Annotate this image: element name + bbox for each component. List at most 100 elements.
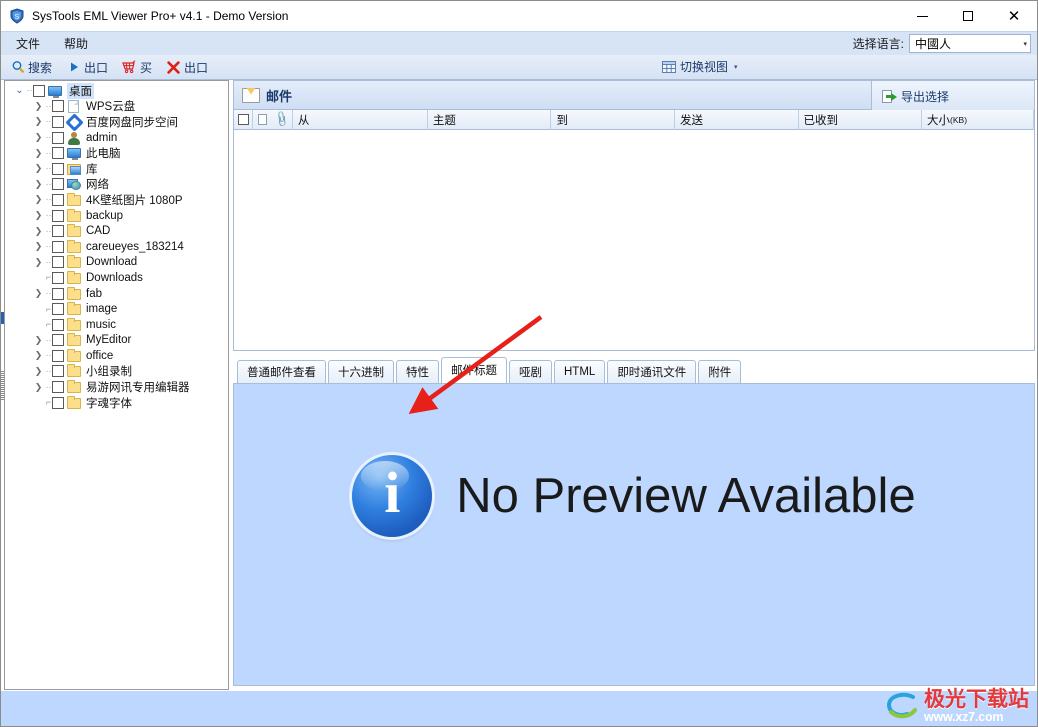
- tree-item[interactable]: ❯··Download: [5, 255, 228, 271]
- tree-item[interactable]: ❯··网络: [5, 177, 228, 193]
- maximize-button[interactable]: [945, 1, 991, 31]
- exit-button[interactable]: 出口: [162, 58, 212, 77]
- tree-item-checkbox[interactable]: [52, 350, 64, 362]
- tree-item-checkbox[interactable]: [52, 116, 64, 128]
- chevron-right-icon[interactable]: ❯: [32, 258, 45, 267]
- minimize-button[interactable]: [899, 1, 945, 31]
- chevron-right-icon[interactable]: ❯: [32, 336, 45, 345]
- chevron-right-icon[interactable]: ❯: [32, 227, 45, 236]
- preview-pane: i No Preview Available: [233, 383, 1035, 687]
- tree-item[interactable]: ❯··4K壁纸图片 1080P: [5, 192, 228, 208]
- chevron-down-icon[interactable]: ⌄: [13, 86, 26, 96]
- main-content: ⌄··桌面❯··WPS云盘❯··百度网盘同步空间❯··admin❯··此电脑❯·…: [1, 80, 1037, 690]
- preview-tab[interactable]: 邮件标题: [441, 357, 507, 383]
- column-header[interactable]: 发送: [675, 110, 799, 130]
- column-header[interactable]: 主题: [428, 110, 552, 130]
- close-button[interactable]: ✕: [991, 1, 1037, 31]
- tree-item-checkbox[interactable]: [52, 178, 64, 190]
- grid-icon: [661, 59, 676, 74]
- tree-item[interactable]: ⌐music: [5, 317, 228, 333]
- tree-item-checkbox[interactable]: [52, 381, 64, 393]
- preview-tab[interactable]: 十六进制: [328, 360, 394, 383]
- chevron-right-icon[interactable]: ❯: [32, 383, 45, 392]
- cart-icon: [122, 60, 137, 75]
- column-header[interactable]: 到: [551, 110, 675, 130]
- chevron-right-icon[interactable]: ❯: [32, 117, 45, 126]
- tree-item-checkbox[interactable]: [52, 334, 64, 346]
- document-column-icon: [253, 110, 272, 130]
- tree-item-checkbox[interactable]: [52, 241, 64, 253]
- tree-item-checkbox[interactable]: [52, 319, 64, 331]
- chevron-right-icon[interactable]: ❯: [32, 367, 45, 376]
- tree-item[interactable]: ❯··MyEditor: [5, 333, 228, 349]
- tree-item[interactable]: ❯··backup: [5, 208, 228, 224]
- tree-item[interactable]: ❯··WPS云盘: [5, 99, 228, 115]
- tree-item[interactable]: ❯··小组录制: [5, 364, 228, 380]
- chevron-right-icon[interactable]: ❯: [32, 195, 45, 204]
- chevron-right-icon[interactable]: ❯: [32, 149, 45, 158]
- tree-item[interactable]: ❯··库: [5, 161, 228, 177]
- chevron-right-icon[interactable]: ❯: [32, 211, 45, 220]
- tree-item-checkbox[interactable]: [52, 288, 64, 300]
- preview-tab[interactable]: 普通邮件查看: [237, 360, 326, 383]
- tree-item[interactable]: ⌄··桌面: [5, 83, 228, 99]
- switch-view-button[interactable]: 切换视图 ▾: [661, 58, 738, 75]
- menu-file[interactable]: 文件: [7, 33, 49, 54]
- monitor-icon: [67, 146, 82, 160]
- tree-item-checkbox[interactable]: [52, 163, 64, 175]
- tree-item[interactable]: ❯··admin: [5, 130, 228, 146]
- splitter-grip[interactable]: [1, 370, 4, 400]
- chevron-right-icon[interactable]: ❯: [32, 242, 45, 251]
- menu-help[interactable]: 帮助: [55, 33, 97, 54]
- tree-item[interactable]: ❯··CAD: [5, 223, 228, 239]
- tree-item[interactable]: ⌐image: [5, 301, 228, 317]
- tree-item-checkbox[interactable]: [52, 210, 64, 222]
- tree-item-label: MyEditor: [86, 334, 131, 346]
- tree-item-checkbox[interactable]: [52, 365, 64, 377]
- preview-tab[interactable]: 特性: [396, 360, 439, 383]
- tree-item-checkbox[interactable]: [52, 303, 64, 315]
- column-header[interactable]: 已收到: [799, 110, 923, 130]
- tree-item[interactable]: ❯··office: [5, 348, 228, 364]
- info-icon: i: [352, 455, 432, 537]
- select-all-checkbox[interactable]: [234, 110, 253, 130]
- buy-button[interactable]: 买: [118, 58, 156, 77]
- tree-item[interactable]: ❯··易游网讯专用编辑器: [5, 379, 228, 395]
- tree-item[interactable]: ⌐字魂字体: [5, 395, 228, 411]
- tree-item-checkbox[interactable]: [33, 85, 45, 97]
- tree-item-checkbox[interactable]: [52, 100, 64, 112]
- chevron-right-icon[interactable]: ❯: [32, 102, 45, 111]
- chevron-right-icon[interactable]: ❯: [32, 133, 45, 142]
- tree-item[interactable]: ❯··careueyes_183214: [5, 239, 228, 255]
- tree-item-checkbox[interactable]: [52, 397, 64, 409]
- export-selection-button[interactable]: 导出选择: [871, 81, 1034, 111]
- column-header[interactable]: 从: [293, 110, 428, 130]
- preview-tab[interactable]: HTML: [554, 360, 605, 383]
- language-dropdown[interactable]: 中國人 ▾: [909, 34, 1031, 53]
- tree-item-checkbox[interactable]: [52, 256, 64, 268]
- watermark-site-name: 极光下载站: [924, 689, 1029, 710]
- tree-item[interactable]: ❯··此电脑: [5, 145, 228, 161]
- tree-item-checkbox[interactable]: [52, 225, 64, 237]
- tree-item-checkbox[interactable]: [52, 194, 64, 206]
- tree-item-checkbox[interactable]: [52, 132, 64, 144]
- tree-item[interactable]: ⌐Downloads: [5, 270, 228, 286]
- tree-item[interactable]: ❯··fab: [5, 286, 228, 302]
- tree-item-checkbox[interactable]: [52, 147, 64, 159]
- preview-tab[interactable]: 附件: [698, 360, 741, 383]
- preview-tab[interactable]: 哑剧: [509, 360, 552, 383]
- switch-view-label: 切换视图: [680, 58, 728, 75]
- chevron-right-icon[interactable]: ❯: [32, 351, 45, 360]
- mail-header: 邮件 导出选择: [233, 80, 1035, 110]
- tree-item[interactable]: ❯··百度网盘同步空间: [5, 114, 228, 130]
- preview-tab[interactable]: 即时通讯文件: [607, 360, 696, 383]
- mail-list[interactable]: [233, 130, 1035, 351]
- chevron-right-icon[interactable]: ❯: [32, 289, 45, 298]
- tree-item-label: 百度网盘同步空间: [86, 114, 178, 130]
- tree-item-checkbox[interactable]: [52, 272, 64, 284]
- column-header[interactable]: 大小(KB): [922, 110, 1034, 130]
- chevron-right-icon[interactable]: ❯: [32, 164, 45, 173]
- export-start-button[interactable]: 出口: [62, 58, 112, 77]
- search-button[interactable]: 搜索: [6, 58, 56, 77]
- chevron-right-icon[interactable]: ❯: [32, 180, 45, 189]
